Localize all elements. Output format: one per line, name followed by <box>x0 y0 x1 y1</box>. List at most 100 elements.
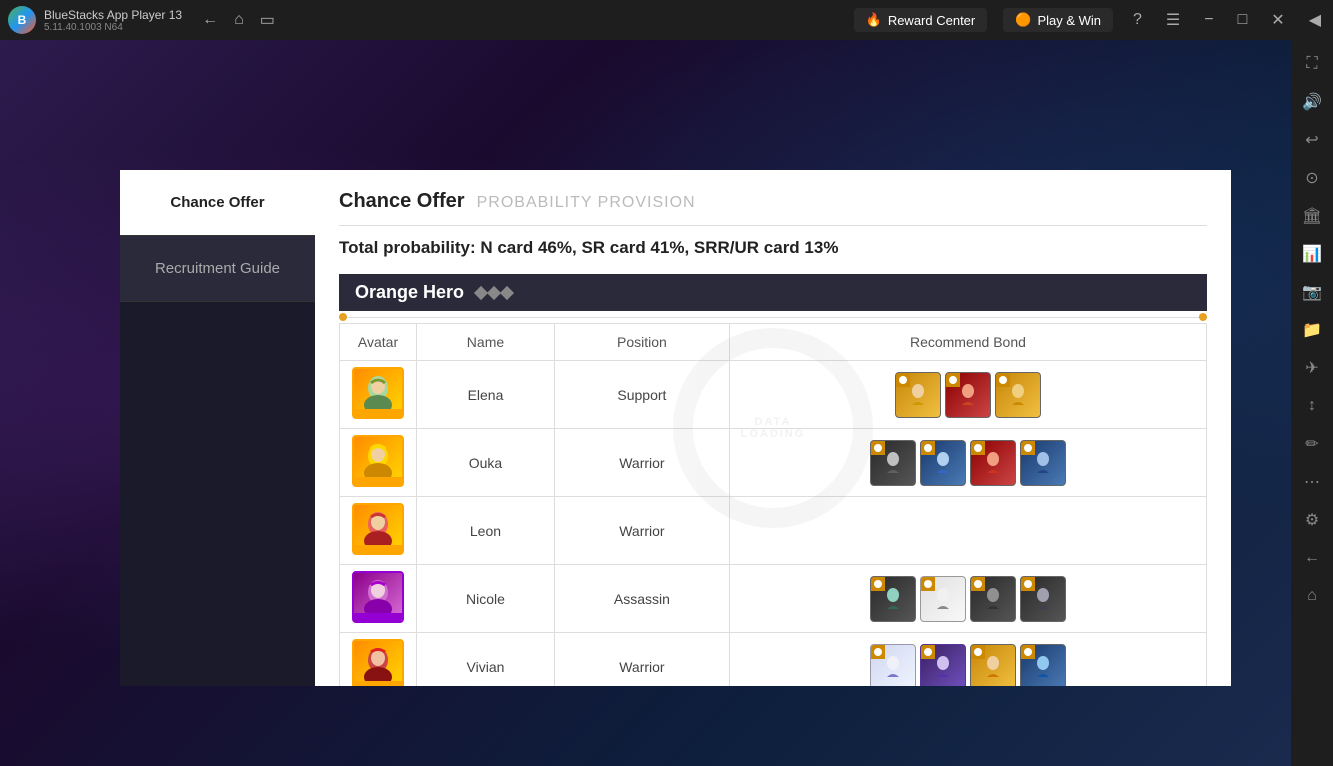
rotate-icon[interactable]: ↩ <box>1296 124 1328 156</box>
name-leon: Leon <box>417 497 555 565</box>
building-icon[interactable]: 🏛 <box>1296 200 1328 232</box>
game-area: Chance Offer Recruitment Guide DATALOADI… <box>0 40 1291 766</box>
back-button[interactable]: ← <box>198 7 222 33</box>
avatar-cell-elena <box>340 361 417 429</box>
bond-icon-vivian-2 <box>920 644 966 687</box>
play-win-label: Play & Win <box>1037 13 1101 28</box>
bond-icon-vivian-3 <box>970 644 1016 687</box>
probability-text: Total probability: N card 46%, SR card 4… <box>339 238 1207 258</box>
name-elena: Elena <box>417 361 555 429</box>
bond-icon-ouka-2 <box>920 440 966 486</box>
bond-icon-vivian-1 <box>870 644 916 687</box>
col-position: Position <box>554 324 729 361</box>
position-elena: Support <box>554 361 729 429</box>
position-vivian: Warrior <box>554 633 729 687</box>
hero-table: Avatar Name Position Recommend Bond <box>339 323 1207 686</box>
connector-dot-right <box>1199 313 1207 321</box>
help-button[interactable]: ? <box>1129 7 1146 33</box>
avatar-ouka <box>352 435 404 487</box>
name-vivian: Vivian <box>417 633 555 687</box>
position-ouka: Warrior <box>554 429 729 497</box>
left-nav: Chance Offer Recruitment Guide <box>120 170 315 686</box>
table-connector <box>339 311 1207 323</box>
chart-icon[interactable]: 📊 <box>1296 238 1328 270</box>
connector-dot-left <box>339 313 347 321</box>
modal-container: Chance Offer Recruitment Guide DATALOADI… <box>120 170 1231 686</box>
close-button[interactable]: ✕ <box>1267 6 1288 34</box>
back-sidebar-icon[interactable]: ← <box>1296 542 1328 574</box>
bond-ouka <box>729 429 1206 497</box>
table-row: Elena Support <box>340 361 1207 429</box>
table-row: Vivian Warrior <box>340 633 1207 687</box>
more-icon[interactable]: ⋯ <box>1296 466 1328 498</box>
bond-icon-2 <box>945 372 991 418</box>
section-title: Orange Hero <box>355 282 464 303</box>
home-button[interactable]: ⌂ <box>230 7 248 33</box>
sidebar-toggle-button[interactable]: ◀ <box>1305 6 1325 34</box>
resize-icon[interactable]: ↕ <box>1296 390 1328 422</box>
play-win-button[interactable]: 🟠 Play & Win <box>1003 8 1113 32</box>
circle-icon[interactable]: ⊙ <box>1296 162 1328 194</box>
airplane-icon[interactable]: ✈ <box>1296 352 1328 384</box>
table-row: Nicole Assassin <box>340 565 1207 633</box>
bond-icons-nicole <box>742 576 1194 622</box>
avatar-nicole <box>352 571 404 623</box>
nav-item-recruitment-guide[interactable]: Recruitment Guide <box>120 236 315 302</box>
minimize-button[interactable]: − <box>1200 7 1217 33</box>
table-row: Leon Warrior <box>340 497 1207 565</box>
name-nicole: Nicole <box>417 565 555 633</box>
bond-elena <box>729 361 1206 429</box>
avatar-leon <box>352 503 404 555</box>
bond-icons-elena <box>742 372 1194 418</box>
multiwindow-button[interactable]: ▭ <box>256 6 279 34</box>
fullscreen-icon[interactable]: ⛶ <box>1296 48 1328 80</box>
volume-icon[interactable]: 🔊 <box>1296 86 1328 118</box>
bond-leon <box>729 497 1206 565</box>
col-avatar: Avatar <box>340 324 417 361</box>
connector-line <box>347 317 1199 318</box>
bond-icons-ouka <box>742 440 1194 486</box>
right-content[interactable]: DATALOADING Chance Offer PROBABILITY PRO… <box>315 170 1231 686</box>
vivian-rarity <box>354 681 402 686</box>
leon-rarity <box>354 545 402 553</box>
ouka-rarity <box>354 477 402 485</box>
nav-item-chance-offer[interactable]: Chance Offer <box>120 170 315 236</box>
bond-icon-3 <box>995 372 1041 418</box>
table-row: Ouka Warrior <box>340 429 1207 497</box>
position-nicole: Assassin <box>554 565 729 633</box>
bond-icon-nicole-2 <box>920 576 966 622</box>
avatar-cell-vivian <box>340 633 417 687</box>
pencil-icon[interactable]: ✏ <box>1296 428 1328 460</box>
bond-vivian <box>729 633 1206 687</box>
app-logo: B <box>8 6 36 34</box>
app-title: BlueStacks App Player 13 <box>44 8 182 22</box>
reward-center-label: Reward Center <box>888 13 975 28</box>
vivian-face <box>354 641 402 686</box>
content-title: Chance Offer <box>339 190 465 213</box>
settings-icon[interactable]: ⚙ <box>1296 504 1328 536</box>
camera-icon[interactable]: 📷 <box>1296 276 1328 308</box>
position-leon: Warrior <box>554 497 729 565</box>
topbar: B BlueStacks App Player 13 5.11.40.1003 … <box>0 0 1333 40</box>
hamburger-button[interactable]: ☰ <box>1162 6 1184 34</box>
bond-icon-ouka-4 <box>1020 440 1066 486</box>
avatar-cell-nicole <box>340 565 417 633</box>
avatar-cell-ouka <box>340 429 417 497</box>
avatar-elena <box>352 367 404 419</box>
bond-icon-nicole-4 <box>1020 576 1066 622</box>
right-sidebar: ⛶ 🔊 ↩ ⊙ 🏛 📊 📷 📁 ✈ ↕ ✏ ⋯ ⚙ ← ⌂ <box>1291 40 1333 766</box>
section-diamonds <box>476 288 512 298</box>
maximize-button[interactable]: □ <box>1234 7 1252 33</box>
diamond-3 <box>500 285 514 299</box>
reward-center-button[interactable]: 🔥 Reward Center <box>854 8 988 32</box>
content-subtitle: PROBABILITY PROVISION <box>477 194 696 212</box>
bond-icons-vivian <box>742 644 1194 687</box>
folder-icon[interactable]: 📁 <box>1296 314 1328 346</box>
home-sidebar-icon[interactable]: ⌂ <box>1296 580 1328 612</box>
elena-rarity <box>354 409 402 417</box>
nicole-rarity <box>354 613 402 621</box>
name-ouka: Ouka <box>417 429 555 497</box>
bond-icon-ouka-3 <box>970 440 1016 486</box>
avatar-cell-leon <box>340 497 417 565</box>
bond-icon-1 <box>895 372 941 418</box>
